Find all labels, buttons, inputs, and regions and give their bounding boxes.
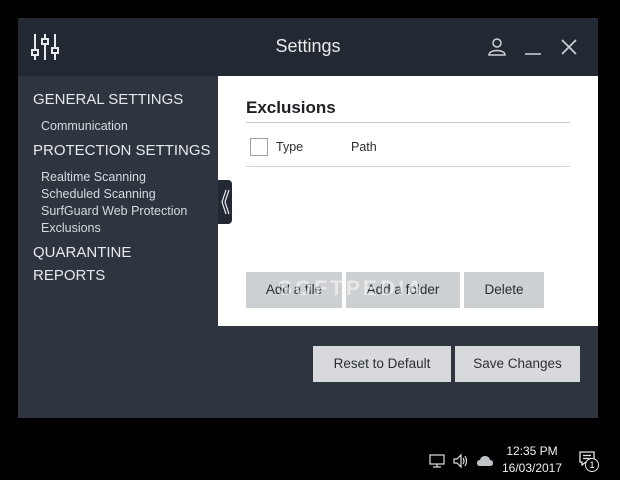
- sidebar-item-exclusions[interactable]: Exclusions: [41, 221, 101, 235]
- taskbar-tray: 12:35 PM 16/03/2017 1: [0, 440, 620, 480]
- column-header-type[interactable]: Type: [276, 140, 303, 154]
- notification-count-badge: 1: [585, 458, 599, 472]
- reset-to-default-button[interactable]: Reset to Default: [313, 346, 451, 382]
- sidebar-item-realtime-scanning[interactable]: Realtime Scanning: [41, 170, 146, 184]
- chevron-left-icon[interactable]: [218, 180, 232, 224]
- sidebar-item-surfguard[interactable]: SurfGuard Web Protection: [41, 204, 187, 218]
- sidebar-item-scheduled-scanning[interactable]: Scheduled Scanning: [41, 187, 156, 201]
- page-title: Exclusions: [246, 98, 336, 117]
- title-divider: [246, 122, 570, 123]
- header-divider: [246, 166, 570, 167]
- window-title: Settings: [275, 36, 341, 56]
- clock-date[interactable]: 16/03/2017: [496, 461, 568, 475]
- notification-button[interactable]: 1: [578, 450, 604, 476]
- volume-icon[interactable]: [452, 452, 470, 470]
- save-changes-button[interactable]: Save Changes: [455, 346, 580, 382]
- title-bar: Settings: [18, 18, 598, 76]
- delete-button[interactable]: Delete: [464, 272, 544, 308]
- minimize-icon[interactable]: [522, 36, 544, 58]
- sidebar-item-quarantine[interactable]: QUARANTINE: [33, 244, 131, 261]
- settings-window: Settings GENERAL SETTINGS Communication …: [18, 18, 598, 418]
- sidebar-item-reports[interactable]: REPORTS: [33, 267, 105, 284]
- sidebar: GENERAL SETTINGS Communication PROTECTIO…: [18, 76, 218, 326]
- select-all-checkbox[interactable]: [250, 138, 268, 156]
- exclusions-panel: Exclusions Type Path Add a file Add a fo…: [218, 76, 598, 326]
- add-file-button[interactable]: Add a file: [246, 272, 342, 308]
- clock-time[interactable]: 12:35 PM: [496, 444, 568, 458]
- sidebar-item-communication[interactable]: Communication: [41, 119, 128, 133]
- close-icon[interactable]: [558, 36, 580, 58]
- sidebar-item-general-settings[interactable]: GENERAL SETTINGS: [33, 91, 183, 108]
- add-folder-button[interactable]: Add a folder: [346, 272, 460, 308]
- sidebar-item-protection-settings[interactable]: PROTECTION SETTINGS: [33, 142, 211, 159]
- column-header-path[interactable]: Path: [351, 140, 377, 154]
- user-icon[interactable]: [486, 36, 508, 58]
- network-icon[interactable]: [428, 452, 446, 470]
- onedrive-cloud-icon[interactable]: [476, 452, 494, 470]
